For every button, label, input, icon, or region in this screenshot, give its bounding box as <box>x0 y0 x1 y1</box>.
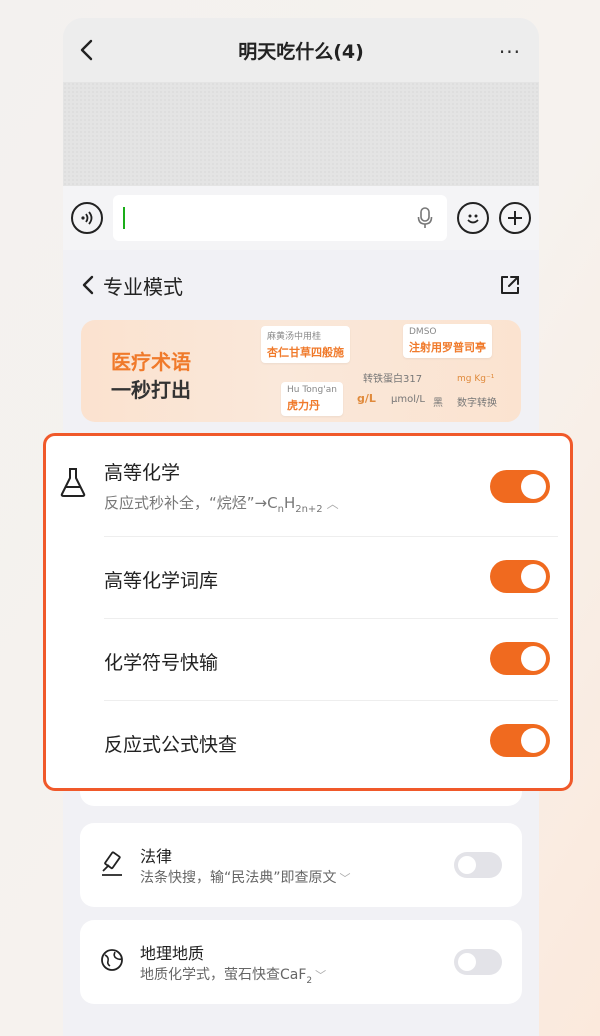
globe-icon <box>101 949 123 971</box>
chemistry-subtitle: 反应式秒补全，“烷烃”→CnH2n+2 ︿ <box>104 494 339 515</box>
banner-chip: Hu Tong'an 虎力丹 <box>281 382 343 416</box>
chevron-up-icon[interactable]: ︿ <box>327 495 339 512</box>
chemistry-toggle[interactable] <box>490 470 550 503</box>
voice-toggle-icon[interactable] <box>71 202 103 234</box>
chem-item-toggle[interactable] <box>490 560 550 593</box>
banner-line2: 一秒打出 <box>111 378 191 402</box>
geo-title: 地理地质 <box>140 944 205 963</box>
mic-icon[interactable] <box>417 207 433 229</box>
more-options-button[interactable]: ··· <box>499 40 521 64</box>
gavel-icon <box>102 851 122 876</box>
chat-message-area <box>63 82 539 186</box>
external-link-icon[interactable] <box>499 274 521 296</box>
divider <box>104 536 558 537</box>
chem-item-row[interactable]: 化学符号快输 <box>46 620 570 700</box>
banner-unit: 黑 <box>433 398 443 409</box>
chat-title: 明天吃什么(4) <box>238 40 364 63</box>
chemistry-main-row[interactable]: 高等化学 反应式秒补全，“烷烃”→CnH2n+2 ︿ <box>46 444 570 534</box>
geo-card[interactable]: 地理地质 地质化学式，萤石快查CaF2 ﹀ <box>80 920 522 1004</box>
message-input[interactable] <box>113 195 447 241</box>
chemistry-card: 高等化学 反应式秒补全，“烷烃”→CnH2n+2 ︿ 高等化学词库 化学符号快输 … <box>43 433 573 791</box>
banner-chip: DMSO 注射用罗普司亭 <box>403 324 492 358</box>
chevron-down-icon[interactable]: ﹀ <box>340 872 351 885</box>
chem-item-toggle[interactable] <box>490 724 550 757</box>
banner-unit: g/L <box>357 392 376 405</box>
law-toggle[interactable] <box>454 852 502 878</box>
chevron-down-icon[interactable]: ﹀ <box>315 969 326 982</box>
chevron-left-icon[interactable] <box>81 275 95 295</box>
law-subtitle: 法条快搜，输“民法典”即查原文 ﹀ <box>140 870 351 886</box>
law-card[interactable]: 法律 法条快搜，输“民法典”即查原文 ﹀ <box>80 823 522 907</box>
medical-terms-banner[interactable]: 医疗术语 一秒打出 麻黄汤中用桂 杏仁甘草四般施 DMSO 注射用罗普司亭 转铁蛋白… <box>81 320 521 422</box>
banner-chip: 麻黄汤中用桂 杏仁甘草四般施 <box>261 326 350 363</box>
text-cursor <box>123 207 125 229</box>
input-bar <box>63 186 539 250</box>
chem-item-label: 反应式公式快查 <box>104 734 238 756</box>
chem-item-label: 化学符号快输 <box>104 652 219 674</box>
banner-unit: μmol/L <box>391 394 425 405</box>
geo-subtitle: 地质化学式，萤石快查CaF2 ﹀ <box>140 967 327 986</box>
chem-item-row[interactable]: 高等化学词库 <box>46 538 570 618</box>
geo-toggle[interactable] <box>454 949 502 975</box>
divider <box>104 700 558 701</box>
back-arrow-icon[interactable] <box>77 38 99 62</box>
mode-header: 专业模式 <box>63 250 539 320</box>
chat-topbar: 明天吃什么(4) ··· <box>63 18 539 82</box>
chemistry-title: 高等化学 <box>104 462 181 484</box>
emoji-icon[interactable] <box>457 202 489 234</box>
mode-title: 专业模式 <box>103 274 183 299</box>
chem-item-row[interactable]: 反应式公式快查 <box>46 702 570 782</box>
flask-icon <box>60 468 86 497</box>
law-title: 法律 <box>140 847 173 866</box>
plus-icon[interactable] <box>499 202 531 234</box>
banner-chip: 转铁蛋白317 <box>363 374 423 385</box>
divider <box>104 618 558 619</box>
banner-unit: 数字转换 <box>457 398 497 409</box>
banner-chip: mg Kg⁻¹ <box>457 374 495 384</box>
banner-line1: 医疗术语 <box>111 350 191 374</box>
chem-item-label: 高等化学词库 <box>104 570 219 592</box>
chem-item-toggle[interactable] <box>490 642 550 675</box>
